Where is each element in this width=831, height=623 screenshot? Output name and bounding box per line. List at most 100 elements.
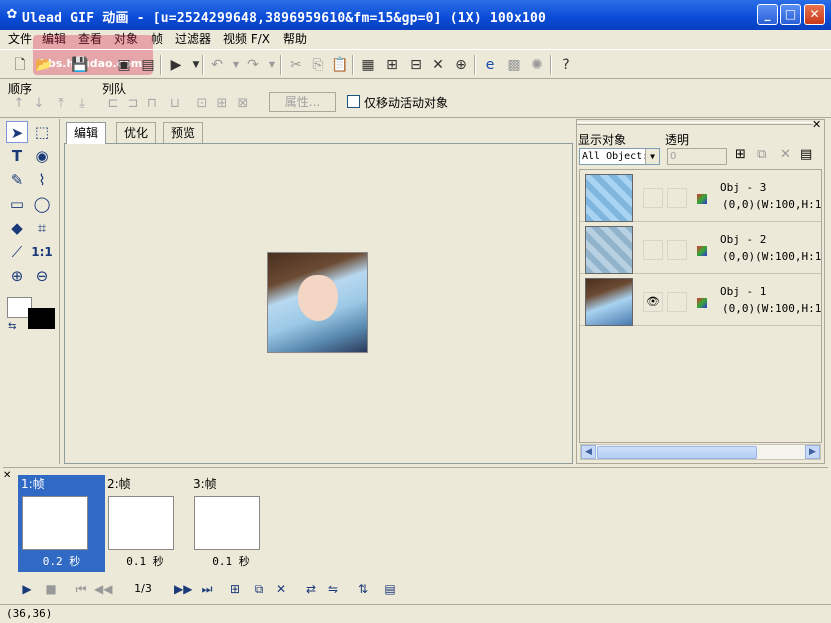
transform-tool-icon[interactable]: ◉ xyxy=(31,145,53,167)
send-to-back-icon[interactable]: ⤓ xyxy=(73,96,91,112)
new-file-icon[interactable]: 🗋 xyxy=(10,55,30,75)
add-text-icon[interactable]: ⊟ xyxy=(406,55,426,75)
canvas[interactable] xyxy=(64,143,573,464)
delete-frame-icon[interactable]: ✕ xyxy=(272,580,290,598)
tab-optimize[interactable]: 优化 xyxy=(116,122,157,143)
undo-icon[interactable]: ↶ xyxy=(207,55,227,75)
wizard-icon[interactable]: ✺ xyxy=(527,55,547,75)
frame-panel-options-icon[interactable]: ▤ xyxy=(381,580,399,598)
menu-help[interactable]: 帮助 xyxy=(281,31,309,47)
stop-icon[interactable]: ■ xyxy=(42,580,60,598)
text-tool-icon[interactable]: T xyxy=(6,145,28,167)
object-list-scrollbar[interactable]: ◀ ▶ xyxy=(580,444,821,460)
export-icon[interactable]: ▣ xyxy=(114,55,134,75)
redo-dropdown-icon[interactable]: ▼ xyxy=(262,55,282,75)
frame-delay[interactable]: 0.2 秒 xyxy=(18,553,105,569)
color-picker-icon[interactable]: ▶ xyxy=(166,55,186,75)
marquee-tool-icon[interactable]: ⬚ xyxy=(31,121,53,143)
duplicate-object-icon[interactable]: ⧉ xyxy=(757,147,766,162)
bring-to-front-icon[interactable]: ⤒ xyxy=(52,96,70,112)
visibility-toggle[interactable] xyxy=(643,188,663,208)
maximize-button[interactable]: □ xyxy=(780,4,801,25)
only-move-active-checkbox[interactable] xyxy=(347,95,360,108)
frame-delay[interactable]: 0.1 秒 xyxy=(104,553,186,569)
frame-properties-icon[interactable]: ⇅ xyxy=(354,580,372,598)
frame-item[interactable]: 2:帧 0.1 秒 xyxy=(104,475,190,572)
eyedropper-icon[interactable]: ⟋ xyxy=(6,241,28,263)
frame-item[interactable]: 3:帧 0.1 秒 xyxy=(190,475,276,572)
lock-toggle[interactable] xyxy=(667,292,687,312)
browser-preview-icon[interactable]: e xyxy=(480,55,500,75)
help-cursor-icon[interactable]: ? xyxy=(556,55,576,75)
close-button[interactable]: ✕ xyxy=(804,4,825,25)
save-icon[interactable]: 💾 xyxy=(70,55,90,75)
visibility-toggle[interactable]: 👁 xyxy=(643,292,663,312)
lasso-tool-icon[interactable]: ⌇ xyxy=(31,169,53,191)
cut-icon[interactable]: ✂ xyxy=(286,55,306,75)
ellipse-select-icon[interactable]: ◯ xyxy=(31,193,53,215)
zoom-out-icon[interactable]: ⊖ xyxy=(31,265,53,287)
tab-preview[interactable]: 预览 xyxy=(163,122,204,143)
merge-icon[interactable]: ⊕ xyxy=(451,55,471,75)
object-properties-icon[interactable]: ▤ xyxy=(800,147,812,162)
object-row[interactable]: Obj - 3 (0,0)(W:100,H:100 xyxy=(580,170,822,222)
scrollbar-thumb[interactable] xyxy=(597,446,757,459)
delete-object-icon[interactable]: ✕ xyxy=(428,55,448,75)
add-image-icon[interactable]: ⊞ xyxy=(382,55,402,75)
align-right-icon[interactable]: ⊓ xyxy=(143,96,161,112)
object-row[interactable]: 👁 Obj - 1 (0,0)(W:100,H:100 xyxy=(580,274,822,326)
optimize-icon[interactable]: ▩ xyxy=(504,55,524,75)
tween-icon[interactable]: ⇄ xyxy=(302,580,320,598)
add-frame-icon[interactable]: ⊞ xyxy=(226,580,244,598)
dropdown-arrow-icon[interactable]: ▼ xyxy=(645,149,659,164)
new-object-icon[interactable]: ⊞ xyxy=(735,147,746,162)
preview-icon[interactable]: ▤ xyxy=(138,55,158,75)
menu-video-fx[interactable]: 视频 F/X xyxy=(221,31,272,47)
align-middle-icon[interactable]: ⊡ xyxy=(193,96,211,112)
last-frame-icon[interactable]: ⏭ xyxy=(198,580,216,598)
brush-tool-icon[interactable]: ✎ xyxy=(6,169,28,191)
zoom-in-icon[interactable]: ⊕ xyxy=(6,265,28,287)
reverse-frames-icon[interactable]: ⇋ xyxy=(324,580,342,598)
eraser-tool-icon[interactable]: ▭ xyxy=(6,193,28,215)
next-frame-icon[interactable]: ▶▶ xyxy=(174,580,192,598)
show-objects-select[interactable]: All Object: ▼ xyxy=(579,148,660,165)
opacity-spinner[interactable]: 0 xyxy=(667,148,727,165)
lock-toggle[interactable] xyxy=(667,240,687,260)
frame-item[interactable]: 1:帧 0.2 秒 xyxy=(18,475,105,572)
delete-object-panel-icon[interactable]: ✕ xyxy=(780,147,791,162)
align-center-icon[interactable]: ⊐ xyxy=(124,96,142,112)
background-color-swatch[interactable] xyxy=(28,308,55,329)
first-frame-icon[interactable]: ⏮ xyxy=(72,580,90,598)
duplicate-frame-icon[interactable]: ⧉ xyxy=(250,580,268,598)
actual-size-icon[interactable]: 1:1 xyxy=(31,241,53,263)
paste-icon[interactable]: 📋 xyxy=(330,55,350,75)
frame-panel-close-icon[interactable]: ✕ xyxy=(3,470,11,481)
add-frame-icon[interactable]: ▦ xyxy=(358,55,378,75)
visibility-toggle[interactable] xyxy=(643,240,663,260)
scroll-right-icon[interactable]: ▶ xyxy=(805,445,820,459)
tab-edit[interactable]: 编辑 xyxy=(66,122,107,144)
menu-file[interactable]: 文件 xyxy=(6,31,34,47)
object-row[interactable]: Obj - 2 (0,0)(W:100,H:100 xyxy=(580,222,822,274)
properties-button[interactable]: 属性... xyxy=(269,92,336,112)
play-icon[interactable]: ▶ xyxy=(18,580,36,598)
pick-tool-icon[interactable]: ➤ xyxy=(6,121,28,143)
align-bottom-icon[interactable]: ⊞ xyxy=(213,96,231,112)
minimize-button[interactable]: _ xyxy=(757,4,778,25)
lock-toggle[interactable] xyxy=(667,188,687,208)
open-file-icon[interactable]: 📂 xyxy=(34,55,54,75)
bring-forward-icon[interactable]: ↑ xyxy=(10,96,28,112)
redo-icon[interactable]: ↷ xyxy=(243,55,263,75)
copy-icon[interactable]: ⎘ xyxy=(308,55,328,75)
align-left-icon[interactable]: ⊏ xyxy=(104,96,122,112)
crop-tool-icon[interactable]: ⌗ xyxy=(31,217,53,239)
align-top-icon[interactable]: ⊔ xyxy=(166,96,184,112)
swap-colors-icon[interactable]: ⇆ xyxy=(8,321,16,332)
send-backward-icon[interactable]: ↓ xyxy=(30,96,48,112)
paint-bucket-icon[interactable]: ◆ xyxy=(6,217,28,239)
distribute-icon[interactable]: ⊠ xyxy=(234,96,252,112)
canvas-image[interactable] xyxy=(267,252,368,353)
panel-grip[interactable] xyxy=(577,122,813,125)
frame-delay[interactable]: 0.1 秒 xyxy=(190,553,272,569)
